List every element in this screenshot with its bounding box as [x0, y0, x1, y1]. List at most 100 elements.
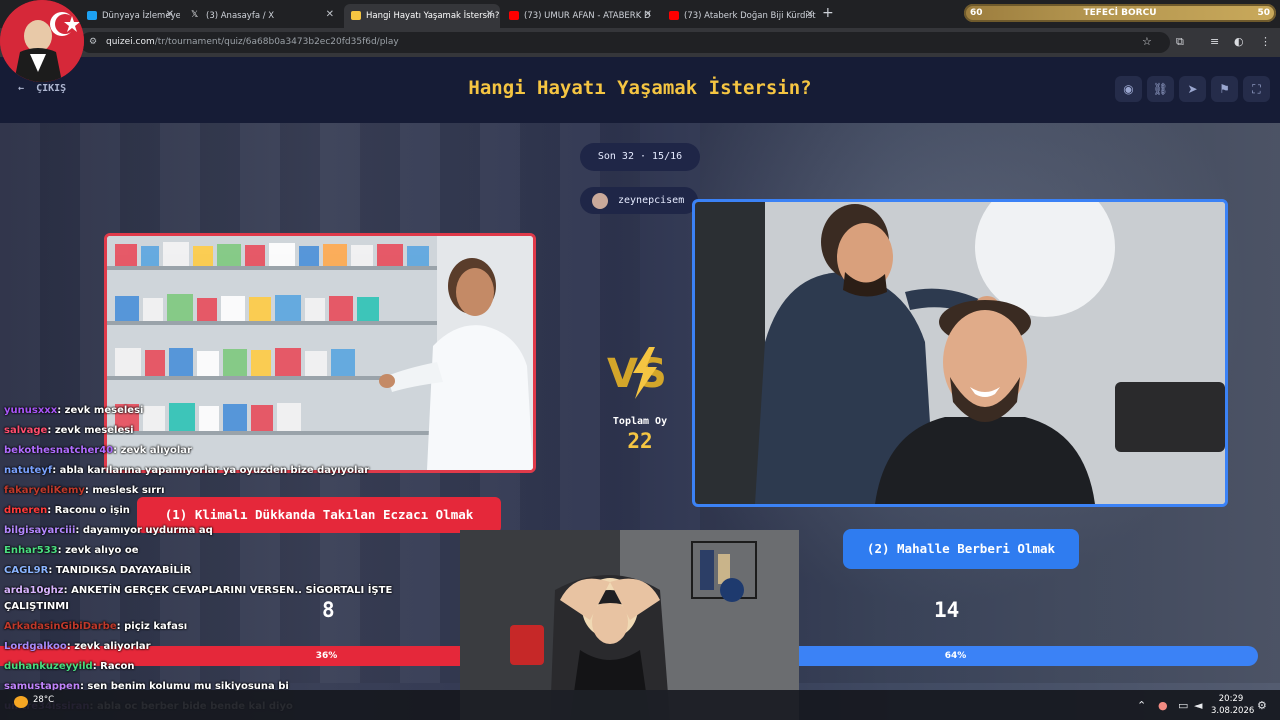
close-icon[interactable]: ✕ [166, 9, 174, 20]
chat-username[interactable]: fakaryeliKemy [4, 485, 85, 496]
chat-text: : zevk meselesi [57, 405, 144, 416]
tab-x-home[interactable]: 𝕏 (3) Anasayfa / X ✕ [184, 4, 340, 28]
chat-username[interactable]: duhankuzeyyild [4, 661, 93, 672]
extensions-icon[interactable]: ⧉ [1176, 35, 1184, 49]
user-badge: zeynepcisem [580, 187, 698, 214]
chat-username[interactable]: ArkadasinGibiDarbe [4, 621, 117, 632]
chat-message: Enhar533: zevk alıyo oe [4, 545, 138, 556]
chat-username[interactable]: bekothesnatcher40 [4, 445, 113, 456]
x-logo-icon: 𝕏 [191, 10, 199, 20]
chat-username[interactable]: CAGL9R [4, 565, 48, 576]
weather-icon [14, 696, 28, 708]
twitter-icon [87, 11, 97, 20]
chat-text: : zevk aliyorlar [66, 641, 151, 652]
notification-icon[interactable]: ⚙ [1257, 699, 1267, 712]
chat-username[interactable]: arda10ghz [4, 585, 64, 596]
chat-text: : ANKETİN GERÇEK CEVAPLARINI VERSEN.. Sİ… [63, 585, 393, 596]
option-2-percent: 64% [944, 651, 967, 661]
send-icon[interactable]: ➤ [1179, 76, 1206, 102]
chat-username[interactable]: dmeren [4, 505, 47, 516]
clock-date: 3.08.2026 [1211, 706, 1255, 716]
chat-text: : dayamıyor uydurma aq [75, 525, 213, 536]
chat-text: : Racon [92, 661, 135, 672]
address-bar[interactable]: ⚙ quizei.com/tr/tournament/quiz/6a68b0a3… [80, 32, 1170, 53]
chat-text: : zevk meselesi [47, 425, 134, 436]
chat-username[interactable]: salvage [4, 425, 47, 436]
chat-message: natuteyf: abla karılarına yapamıyorlar y… [4, 465, 369, 476]
chat-message: dmeren: Raconu o işin [4, 505, 130, 516]
chat-message: salvage: zevk meselesi [4, 425, 134, 436]
tab-title: (73) UMUR AFAN - ATABERK D [524, 11, 651, 21]
url-path: /tr/tournament/quiz/6a68b0a3473b2ec20fd3… [154, 37, 399, 47]
close-icon[interactable]: ✕ [806, 9, 814, 20]
tab-youtube-2[interactable]: (73) Ataberk Doğan Biji Kürdist ✕ [662, 4, 820, 28]
chat-username[interactable]: Enhar533 [4, 545, 58, 556]
chat-text: : zevk alıyolar [113, 445, 192, 456]
weather-temp: 28°C [33, 695, 55, 705]
chat-message: CAGL9R: TANIDIKSA DAYAYABİLİR [4, 565, 191, 576]
tab-dunyaya[interactable]: Dünyaya İzlemeye Gelm ✕ [80, 4, 180, 28]
chat-text: : abla karılarına yapamıyorlar ya oyuzde… [52, 465, 370, 476]
microphone-icon[interactable]: ● [1158, 699, 1168, 712]
option-1-votes: 8 [322, 598, 335, 622]
clock-time: 20:29 [1218, 694, 1244, 704]
option-1-image[interactable] [104, 233, 536, 473]
menu-icon[interactable]: ⋮ [1260, 35, 1271, 48]
chat-username[interactable]: Lordgalkoo [4, 641, 67, 652]
network-icon[interactable]: ▭ [1178, 699, 1188, 712]
total-votes-value: 22 [627, 429, 653, 453]
chevron-up-icon[interactable]: ⌃ [1137, 699, 1146, 712]
browser-toolbar: ⚙ quizei.com/tr/tournament/quiz/6a68b0a3… [0, 28, 1280, 57]
close-icon[interactable]: ✕ [326, 9, 334, 20]
streamer-flag-avatar [0, 0, 84, 82]
chat-message: fakaryeliKemy: meslesk sırrı [4, 485, 165, 496]
barber-illustration [695, 202, 1225, 504]
youtube-icon [509, 11, 519, 20]
chat-message: Lordgalkoo: zevk aliyorlar [4, 641, 151, 652]
chat-username[interactable]: yunusxxx [4, 405, 57, 416]
chat-text: : TANIDIKSA DAYAYABİLİR [48, 565, 192, 576]
chat-text: : zevk alıyo oe [57, 545, 139, 556]
chat-message: ÇALIŞTINMI [4, 601, 69, 612]
username: zeynepcisem [618, 195, 685, 206]
chat-message: bilgisayarciii: dayamıyor uydurma aq [4, 525, 213, 536]
youtube-icon [669, 11, 679, 20]
avatar [592, 193, 608, 209]
tab-title: (3) Anasayfa / X [206, 11, 275, 21]
debt-label: TEFECİ BORCU [1083, 8, 1157, 18]
media-icon[interactable]: ≡ [1210, 35, 1219, 48]
new-tab-button[interactable]: + [822, 5, 834, 21]
url-host: quizei.com [106, 37, 155, 47]
vs-lightning-icon: VS [605, 343, 675, 403]
bookmark-star-icon[interactable]: ☆ [1142, 35, 1152, 48]
chat-text: ÇALIŞTINMI [4, 601, 69, 612]
tab-quiz[interactable]: Hangi Hayatı Yaşamak İstersin? ✕ [344, 4, 500, 28]
tab-title: (73) Ataberk Doğan Biji Kürdist [684, 11, 816, 21]
eye-icon[interactable]: ◉ [1115, 76, 1142, 102]
volume-icon[interactable]: ◄ [1194, 699, 1202, 712]
link-icon[interactable]: ⛓ [1147, 76, 1174, 102]
chat-message: duhankuzeyyild: Racon [4, 661, 135, 672]
option-1-percent: 36% [315, 651, 338, 661]
debt-right-value: 50 [1257, 8, 1270, 18]
profile-icon[interactable]: ◐ [1234, 35, 1244, 48]
tab-youtube-1[interactable]: (73) UMUR AFAN - ATABERK D ✕ [502, 4, 658, 28]
option-2-label[interactable]: (2) Mahalle Berberi Olmak [843, 529, 1079, 569]
site-info-icon[interactable]: ⚙ [89, 37, 97, 47]
close-icon[interactable]: ✕ [486, 9, 494, 20]
chat-username[interactable]: bilgisayarciii [4, 525, 75, 536]
fullscreen-icon[interactable]: ⛶ [1243, 76, 1270, 102]
flag-icon[interactable]: ⚑ [1211, 76, 1238, 102]
total-votes-label: Toplam Oy [612, 416, 668, 427]
browser-tab-bar: Dünyaya İzlemeye Gelm ✕ 𝕏 (3) Anasayfa /… [0, 0, 1280, 28]
chat-text: : piçiz kafası [116, 621, 188, 632]
page-title: Hangi Hayatı Yaşamak İstersin? [468, 77, 812, 99]
quiz-header: ← ÇIKIŞ Hangi Hayatı Yaşamak İstersin? ◉… [0, 57, 1280, 123]
chat-message: arda10ghz: ANKETİN GERÇEK CEVAPLARINI VE… [4, 585, 392, 596]
system-clock[interactable]: 20:29 3.08.2026 [1211, 693, 1255, 717]
option-2-image[interactable] [692, 199, 1228, 507]
pharmacy-illustration [107, 236, 533, 470]
close-icon[interactable]: ✕ [644, 9, 652, 20]
debt-overlay: 60 TEFECİ BORCU 50 [964, 4, 1276, 22]
chat-username[interactable]: natuteyf [4, 465, 52, 476]
